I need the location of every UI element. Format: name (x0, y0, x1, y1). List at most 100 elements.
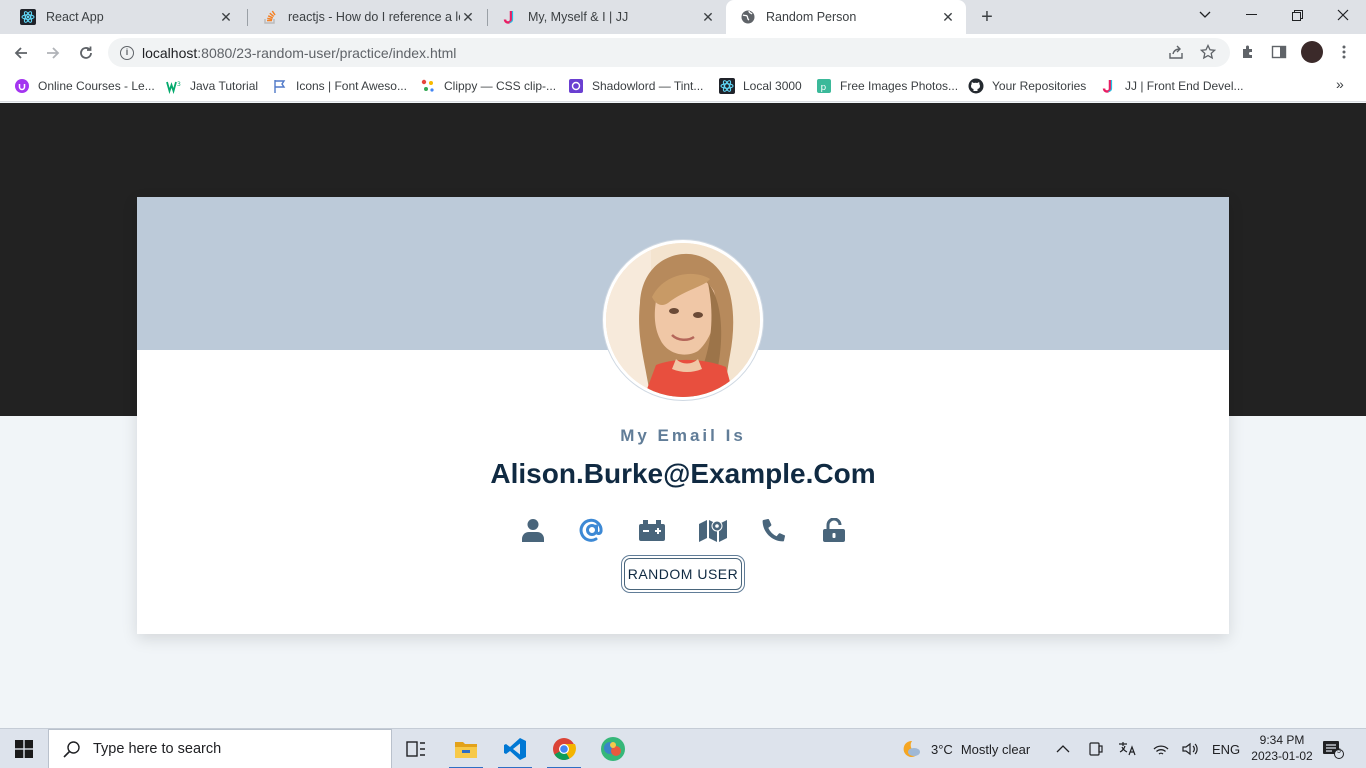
bookmark-item[interactable]: Local 3000 (719, 76, 802, 96)
info-label: My Email Is (620, 426, 746, 445)
svg-text:p: p (821, 83, 827, 93)
tab-title: reactjs - How do I reference a loc (288, 10, 460, 24)
phone-icon[interactable] (759, 515, 789, 545)
calendar-icon[interactable] (637, 515, 667, 545)
language-indicator[interactable]: ENG (1212, 729, 1240, 768)
bookmark-label: Shadowlord — Tint... (592, 79, 704, 93)
tab-title: React App (46, 10, 104, 24)
system-clock[interactable]: 9:34 PM 2023-01-02 (1244, 732, 1320, 764)
bookmark-item[interactable]: p Free Images Photos... (816, 76, 958, 96)
bookmark-star-icon[interactable] (1197, 41, 1219, 63)
user-avatar (603, 240, 763, 400)
weather-moon-icon (903, 740, 920, 757)
vscode-icon[interactable] (492, 729, 538, 768)
file-explorer-icon[interactable] (443, 729, 489, 768)
bookmark-item[interactable]: Shadowlord — Tint... (568, 76, 703, 96)
close-icon[interactable]: ✕ (460, 9, 476, 25)
input-method-icon[interactable] (1118, 729, 1136, 768)
clippy-icon (420, 78, 436, 94)
react-icon (719, 78, 735, 94)
random-user-button[interactable]: RANDOM USER (624, 558, 742, 590)
chrome-icon[interactable] (541, 729, 587, 768)
forward-arrow-icon[interactable] (40, 40, 66, 66)
search-placeholder: Type here to search (93, 741, 222, 757)
bookmark-label: JJ | Front End Devel... (1125, 79, 1244, 93)
bookmark-item[interactable]: Clippy — CSS clip-... (420, 76, 556, 96)
minimize-button[interactable] (1228, 0, 1274, 30)
app-icon[interactable] (590, 729, 636, 768)
url-path: :8080/23-random-user/practice/index.html (197, 44, 457, 61)
restore-button[interactable] (1274, 0, 1320, 30)
weather-widget[interactable]: 3°C Mostly clear (898, 729, 1030, 768)
search-icon (63, 741, 80, 758)
weather-temp: 3°C (931, 741, 953, 757)
flag-icon (272, 78, 288, 94)
share-icon[interactable] (1165, 41, 1187, 63)
bookmarks-bar: Online Courses - Le... 3 Java Tutorial I… (0, 71, 1366, 102)
bookmark-item[interactable]: Your Repositories (968, 76, 1086, 96)
info-icon-row (514, 515, 854, 545)
bookmark-label: Clippy — CSS clip-... (444, 79, 557, 93)
speaker-icon[interactable] (1181, 729, 1199, 768)
tab-random-person[interactable]: Random Person ✕ (726, 0, 966, 34)
react-icon (20, 9, 36, 25)
github-icon (968, 78, 984, 94)
back-arrow-icon[interactable] (8, 40, 34, 66)
w3schools-icon: 3 (166, 78, 182, 94)
tab-react-app[interactable]: React App ✕ (6, 0, 244, 34)
bookmark-item[interactable]: 3 Java Tutorial (166, 76, 258, 96)
close-icon[interactable]: ✕ (700, 9, 716, 25)
clock-time: 9:34 PM (1259, 733, 1305, 747)
bookmark-label: Java Tutorial (190, 79, 259, 93)
udemy-icon (14, 78, 30, 94)
wifi-icon[interactable] (1152, 729, 1170, 768)
tab-my-myself-i[interactable]: My, Myself & I | JJ ✕ (488, 0, 726, 34)
weather-condition: Mostly clear (960, 741, 1031, 757)
tab-reactjs-question[interactable]: reactjs - How do I reference a loc ✕ (248, 0, 486, 34)
chevron-down-icon[interactable] (1182, 0, 1228, 30)
jj-icon (1101, 78, 1117, 94)
taskbar-search-input[interactable]: Type here to search (48, 729, 392, 768)
page-viewport: My Email Is Alison.Burke@Example.Com RAN… (0, 103, 1366, 728)
notification-icon[interactable]: 5 (1322, 739, 1344, 759)
bookmark-label: Local 3000 (743, 79, 802, 93)
user-icon[interactable] (518, 515, 548, 545)
meet-now-icon[interactable] (1088, 729, 1104, 768)
jj-icon (502, 9, 518, 25)
bookmark-label: Your Repositories (992, 79, 1087, 93)
reload-icon[interactable] (73, 40, 99, 66)
extensions-puzzle-icon[interactable] (1237, 41, 1259, 63)
image-icon: p (816, 78, 832, 94)
close-icon[interactable]: ✕ (218, 9, 234, 25)
tab-title: My, Myself & I | JJ (528, 10, 629, 24)
notification-count: 5 (1337, 748, 1341, 755)
bookmark-item[interactable]: Online Courses - Le... (14, 76, 155, 96)
bookmark-label: Free Images Photos... (840, 79, 959, 93)
url-host: localhost (142, 44, 198, 61)
taskbar: Type here to search 3°C Mostly clear ENG… (0, 728, 1366, 768)
bookmark-item[interactable]: JJ | Front End Devel... (1101, 76, 1244, 96)
profile-avatar[interactable] (1301, 41, 1323, 63)
info-icon[interactable]: i (120, 45, 134, 60)
side-panel-icon[interactable] (1268, 41, 1290, 63)
task-view-icon[interactable] (393, 729, 439, 768)
chevron-right-double-icon[interactable]: » (1336, 76, 1344, 92)
user-card: My Email Is Alison.Burke@Example.Com RAN… (137, 197, 1229, 634)
close-window-button[interactable] (1320, 0, 1366, 30)
close-icon[interactable]: ✕ (940, 9, 956, 25)
tab-strip: React App ✕ reactjs - How do I reference… (0, 0, 1366, 34)
address-bar[interactable]: i localhost:8080/23-random-user/practice… (108, 38, 1230, 67)
map-icon[interactable] (698, 515, 728, 545)
globe-icon (740, 9, 756, 25)
at-icon[interactable] (577, 515, 607, 545)
lock-icon[interactable] (819, 515, 849, 545)
kebab-menu-icon[interactable] (1333, 41, 1355, 63)
bookmark-label: Icons | Font Aweso... (296, 79, 407, 93)
bookmark-label: Online Courses - Le... (38, 79, 155, 93)
new-tab-button[interactable]: + (976, 7, 998, 29)
svg-text:3: 3 (177, 81, 181, 88)
windows-start-icon[interactable] (0, 729, 48, 768)
bookmark-item[interactable]: Icons | Font Aweso... (272, 76, 407, 96)
chevron-up-icon[interactable] (1056, 729, 1070, 768)
tab-title: Random Person (766, 10, 857, 24)
